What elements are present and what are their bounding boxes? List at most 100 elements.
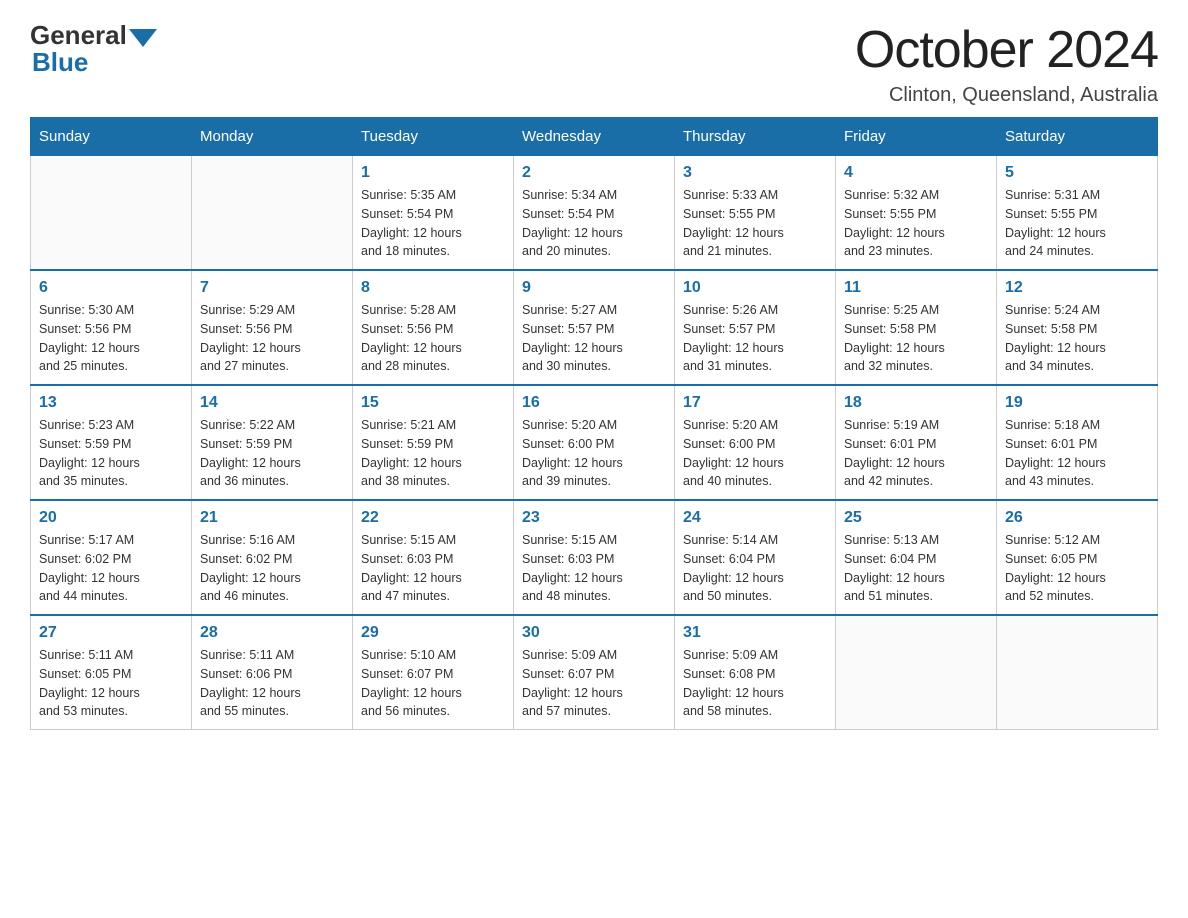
calendar-cell: 17Sunrise: 5:20 AM Sunset: 6:00 PM Dayli… <box>675 385 836 500</box>
header-day-saturday: Saturday <box>997 118 1158 156</box>
header-day-friday: Friday <box>836 118 997 156</box>
calendar-cell: 5Sunrise: 5:31 AM Sunset: 5:55 PM Daylig… <box>997 156 1158 271</box>
calendar-cell: 2Sunrise: 5:34 AM Sunset: 5:54 PM Daylig… <box>514 156 675 271</box>
day-info: Sunrise: 5:17 AM Sunset: 6:02 PM Dayligh… <box>39 531 183 606</box>
day-number: 21 <box>200 509 344 527</box>
header-day-thursday: Thursday <box>675 118 836 156</box>
logo-blue-text: Blue <box>32 47 88 78</box>
day-info: Sunrise: 5:25 AM Sunset: 5:58 PM Dayligh… <box>844 301 988 376</box>
day-number: 19 <box>1005 394 1149 412</box>
calendar-cell: 15Sunrise: 5:21 AM Sunset: 5:59 PM Dayli… <box>353 385 514 500</box>
day-info: Sunrise: 5:28 AM Sunset: 5:56 PM Dayligh… <box>361 301 505 376</box>
calendar-cell: 26 Sunrise: 5:12 AM Sunset: 6:05 PM Dayli… <box>997 500 1158 615</box>
calendar-cell: 31 Sunrise: 5:09 AM Sunset: 6:08 PM Dayli… <box>675 615 836 730</box>
calendar-cell: 19 Sunrise: 5:18 AM Sunset: 6:01 PM Dayli… <box>997 385 1158 500</box>
day-info: Sunrise: 5:29 AM Sunset: 5:56 PM Dayligh… <box>200 301 344 376</box>
calendar-title: October 2024 <box>855 20 1158 80</box>
day-number: 6 <box>39 279 183 297</box>
day-info: Sunrise: 5:19 AM Sunset: 6:01 PM Dayligh… <box>844 416 988 491</box>
calendar-cell: 30 Sunrise: 5:09 AM Sunset: 6:07 PM Dayli… <box>514 615 675 730</box>
day-info: Sunrise: 5:11 AM Sunset: 6:05 PM Dayligh… <box>39 646 183 721</box>
day-info: Sunrise: 5:15 AM Sunset: 6:03 PM Dayligh… <box>361 531 505 606</box>
day-number: 27 <box>39 624 183 642</box>
calendar-cell: 29Sunrise: 5:10 AM Sunset: 6:07 PM Dayli… <box>353 615 514 730</box>
calendar-cell <box>192 156 353 271</box>
day-number: 1 <box>361 164 505 182</box>
day-number: 4 <box>844 164 988 182</box>
day-info: Sunrise: 5:15 AM Sunset: 6:03 PM Dayligh… <box>522 531 666 606</box>
calendar-cell: 14Sunrise: 5:22 AM Sunset: 5:59 PM Dayli… <box>192 385 353 500</box>
calendar-cell <box>836 615 997 730</box>
calendar-cell: 4 Sunrise: 5:32 AM Sunset: 5:55 PM Daylig… <box>836 156 997 271</box>
day-number: 10 <box>683 279 827 297</box>
calendar-subtitle: Clinton, Queensland, Australia <box>855 84 1158 107</box>
day-number: 15 <box>361 394 505 412</box>
day-info: Sunrise: 5:32 AM Sunset: 5:55 PM Dayligh… <box>844 186 988 261</box>
day-number: 24 <box>683 509 827 527</box>
day-number: 8 <box>361 279 505 297</box>
day-info: Sunrise: 5:14 AM Sunset: 6:04 PM Dayligh… <box>683 531 827 606</box>
day-number: 29 <box>361 624 505 642</box>
day-info: Sunrise: 5:20 AM Sunset: 6:00 PM Dayligh… <box>683 416 827 491</box>
day-number: 16 <box>522 394 666 412</box>
day-info: Sunrise: 5:22 AM Sunset: 5:59 PM Dayligh… <box>200 416 344 491</box>
day-info: Sunrise: 5:16 AM Sunset: 6:02 PM Dayligh… <box>200 531 344 606</box>
calendar-cell: 18 Sunrise: 5:19 AM Sunset: 6:01 PM Dayli… <box>836 385 997 500</box>
calendar-cell: 11Sunrise: 5:25 AM Sunset: 5:58 PM Dayli… <box>836 270 997 385</box>
day-number: 13 <box>39 394 183 412</box>
calendar-cell: 22 Sunrise: 5:15 AM Sunset: 6:03 PM Dayli… <box>353 500 514 615</box>
day-number: 9 <box>522 279 666 297</box>
day-info: Sunrise: 5:11 AM Sunset: 6:06 PM Dayligh… <box>200 646 344 721</box>
week-row-2: 6Sunrise: 5:30 AM Sunset: 5:56 PM Daylig… <box>31 270 1158 385</box>
calendar-cell: 3 Sunrise: 5:33 AM Sunset: 5:55 PM Daylig… <box>675 156 836 271</box>
calendar-cell: 8 Sunrise: 5:28 AM Sunset: 5:56 PM Daylig… <box>353 270 514 385</box>
day-info: Sunrise: 5:24 AM Sunset: 5:58 PM Dayligh… <box>1005 301 1149 376</box>
week-row-3: 13 Sunrise: 5:23 AM Sunset: 5:59 PM Dayli… <box>31 385 1158 500</box>
calendar-cell: 6Sunrise: 5:30 AM Sunset: 5:56 PM Daylig… <box>31 270 192 385</box>
day-info: Sunrise: 5:18 AM Sunset: 6:01 PM Dayligh… <box>1005 416 1149 491</box>
header-day-wednesday: Wednesday <box>514 118 675 156</box>
day-number: 28 <box>200 624 344 642</box>
day-info: Sunrise: 5:23 AM Sunset: 5:59 PM Dayligh… <box>39 416 183 491</box>
day-number: 5 <box>1005 164 1149 182</box>
logo-arrow-icon <box>129 29 157 47</box>
day-info: Sunrise: 5:09 AM Sunset: 6:08 PM Dayligh… <box>683 646 827 721</box>
logo: General Blue <box>30 20 157 78</box>
day-info: Sunrise: 5:33 AM Sunset: 5:55 PM Dayligh… <box>683 186 827 261</box>
calendar-cell: 1Sunrise: 5:35 AM Sunset: 5:54 PM Daylig… <box>353 156 514 271</box>
day-number: 26 <box>1005 509 1149 527</box>
day-info: Sunrise: 5:09 AM Sunset: 6:07 PM Dayligh… <box>522 646 666 721</box>
week-row-1: 1Sunrise: 5:35 AM Sunset: 5:54 PM Daylig… <box>31 156 1158 271</box>
calendar-cell <box>31 156 192 271</box>
day-number: 30 <box>522 624 666 642</box>
calendar-cell: 10 Sunrise: 5:26 AM Sunset: 5:57 PM Dayli… <box>675 270 836 385</box>
day-number: 3 <box>683 164 827 182</box>
day-number: 22 <box>361 509 505 527</box>
day-number: 25 <box>844 509 988 527</box>
calendar-cell: 21 Sunrise: 5:16 AM Sunset: 6:02 PM Dayli… <box>192 500 353 615</box>
day-info: Sunrise: 5:12 AM Sunset: 6:05 PM Dayligh… <box>1005 531 1149 606</box>
calendar-header: SundayMondayTuesdayWednesdayThursdayFrid… <box>31 118 1158 156</box>
day-number: 18 <box>844 394 988 412</box>
day-info: Sunrise: 5:13 AM Sunset: 6:04 PM Dayligh… <box>844 531 988 606</box>
header-day-tuesday: Tuesday <box>353 118 514 156</box>
day-info: Sunrise: 5:27 AM Sunset: 5:57 PM Dayligh… <box>522 301 666 376</box>
calendar-table: SundayMondayTuesdayWednesdayThursdayFrid… <box>30 117 1158 730</box>
page-header: General Blue October 2024 Clinton, Queen… <box>30 20 1158 107</box>
calendar-cell: 27 Sunrise: 5:11 AM Sunset: 6:05 PM Dayli… <box>31 615 192 730</box>
day-info: Sunrise: 5:20 AM Sunset: 6:00 PM Dayligh… <box>522 416 666 491</box>
calendar-cell: 25 Sunrise: 5:13 AM Sunset: 6:04 PM Dayli… <box>836 500 997 615</box>
calendar-cell: 13 Sunrise: 5:23 AM Sunset: 5:59 PM Dayli… <box>31 385 192 500</box>
title-section: October 2024 Clinton, Queensland, Austra… <box>855 20 1158 107</box>
day-info: Sunrise: 5:26 AM Sunset: 5:57 PM Dayligh… <box>683 301 827 376</box>
calendar-body: 1Sunrise: 5:35 AM Sunset: 5:54 PM Daylig… <box>31 156 1158 730</box>
calendar-cell: 20Sunrise: 5:17 AM Sunset: 6:02 PM Dayli… <box>31 500 192 615</box>
calendar-cell: 24 Sunrise: 5:14 AM Sunset: 6:04 PM Dayli… <box>675 500 836 615</box>
calendar-cell: 28 Sunrise: 5:11 AM Sunset: 6:06 PM Dayli… <box>192 615 353 730</box>
day-number: 12 <box>1005 279 1149 297</box>
header-row: SundayMondayTuesdayWednesdayThursdayFrid… <box>31 118 1158 156</box>
day-number: 31 <box>683 624 827 642</box>
week-row-5: 27 Sunrise: 5:11 AM Sunset: 6:05 PM Dayli… <box>31 615 1158 730</box>
day-info: Sunrise: 5:34 AM Sunset: 5:54 PM Dayligh… <box>522 186 666 261</box>
day-number: 7 <box>200 279 344 297</box>
